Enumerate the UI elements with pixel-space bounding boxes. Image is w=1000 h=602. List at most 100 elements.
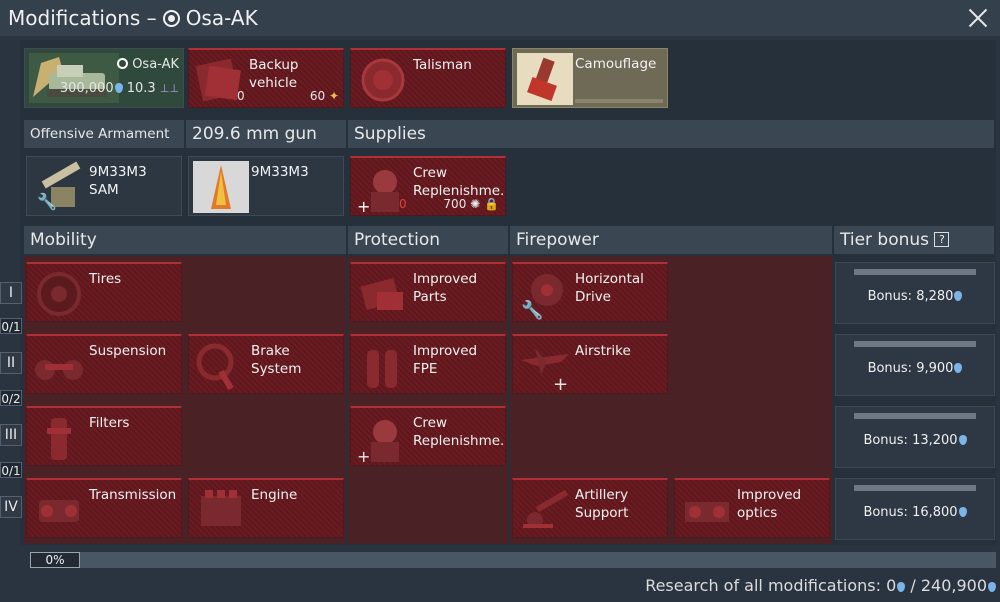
protection-header: Protection: [348, 226, 508, 254]
tier-1-count: 0/1: [0, 318, 22, 334]
tier-bonus-1: Bonus: 8,280: [835, 262, 995, 324]
mod-improved-parts[interactable]: Improved Parts: [350, 262, 506, 322]
tier-1: I: [0, 282, 22, 304]
firepower-header: Firepower: [510, 226, 832, 254]
title-bar: Modifications – Osa-AK: [0, 0, 1000, 36]
tier-bonus-text: Bonus: 16,800: [836, 505, 994, 520]
talisman-icon: [355, 54, 411, 106]
tier-3-count: 0/1: [0, 462, 22, 478]
nation-icon: [162, 9, 180, 27]
suspension-icon: [31, 340, 87, 392]
artillery-icon: [517, 484, 573, 536]
supplies-crew-label: Crew Replenishme...: [413, 165, 506, 199]
title-vehicle-name: Osa-AK: [185, 6, 258, 30]
weapon-card-missile[interactable]: 9M33M3: [188, 156, 344, 216]
camouflage-brush-icon: [517, 53, 573, 105]
mod-airstrike-label: Airstrike: [575, 343, 631, 359]
mod-crew-replenishment-label: Crew Replenishme...: [413, 415, 506, 449]
lion-icon: ✺: [470, 197, 481, 211]
mod-horizontal-drive-label: Horizontal Drive: [575, 271, 644, 305]
mod-suspension[interactable]: Suspension: [26, 334, 182, 394]
vehicle-name: Osa-AK: [117, 57, 179, 72]
tier-4: IV: [0, 496, 22, 518]
camouflage-label: Camouflage: [575, 56, 657, 72]
backup-vehicle-card[interactable]: Backup vehicle 0 60 ✦: [188, 48, 344, 108]
aircraft-icon: +: [517, 340, 573, 393]
talisman-card[interactable]: Talisman: [350, 48, 506, 108]
mod-transmission-label: Transmission: [89, 487, 177, 503]
help-icon[interactable]: ?: [934, 232, 950, 247]
mod-engine[interactable]: Engine: [188, 478, 344, 538]
mod-transmission[interactable]: Transmission: [26, 478, 182, 538]
fire-extinguisher-icon: [355, 340, 411, 392]
tier-bonus-bar: [854, 269, 976, 275]
mod-crew-replenishment[interactable]: + Crew Replenishme...: [350, 406, 506, 466]
supplies-crew-cost: 700 ✺ 🔒: [443, 197, 499, 211]
mod-airstrike[interactable]: + Airstrike: [512, 334, 668, 394]
nation-small-icon: [117, 58, 129, 69]
silver-lion-icon: [114, 83, 123, 93]
mod-tires-label: Tires: [89, 271, 122, 287]
golden-eagle-icon: ✦: [328, 89, 339, 103]
vehicle-price-br: 300,000 10.3 ⊥⊥: [59, 81, 179, 96]
tier-bonus-bar: [854, 485, 976, 491]
mod-filters-label: Filters: [89, 415, 130, 431]
backup-vehicle-label: Backup vehicle: [249, 57, 299, 91]
mod-suspension-label: Suspension: [89, 343, 167, 359]
research-progress-bar: 0%: [30, 552, 996, 568]
close-icon[interactable]: [964, 4, 992, 32]
transmission-icon: [31, 484, 87, 536]
svg-text:🔧: 🔧: [521, 299, 543, 320]
vehicle-card[interactable]: Osa-AK 300,000 10.3 ⊥⊥: [24, 48, 184, 108]
mod-improved-optics[interactable]: Improved optics: [674, 478, 830, 538]
brake-icon: [193, 340, 249, 392]
window-title: Modifications – Osa-AK: [0, 6, 258, 30]
research-point-icon: [958, 507, 967, 517]
mod-tires[interactable]: Tires: [26, 262, 182, 322]
research-total: Research of all modifications: 0 / 240,9…: [645, 576, 996, 595]
crew-icon: +: [355, 412, 411, 465]
tier-bonus-header: Tier bonus ?: [834, 226, 994, 254]
backup-count: 0: [237, 89, 245, 103]
mod-improved-fpe-label: Improved FPE: [413, 343, 478, 377]
svg-text:+: +: [357, 197, 370, 214]
backup-cost: 60 ✦: [309, 89, 339, 103]
svg-text:+: +: [357, 447, 370, 464]
mod-artillery-support-label: Artillery Support: [575, 487, 629, 521]
mod-improved-optics-label: Improved optics: [737, 487, 802, 521]
supplies-crew-card[interactable]: + Crew Replenishme... 0 700 ✺ 🔒: [350, 156, 506, 216]
research-point-icon: [954, 363, 963, 373]
optics-icon: [679, 484, 735, 536]
weapon-missile-label: 9M33M3: [251, 164, 309, 180]
svg-text:+: +: [553, 374, 568, 392]
weapon-card-sam[interactable]: 🔧 9M33M3 SAM: [26, 156, 182, 216]
mod-horizontal-drive[interactable]: 🔧 Horizontal Drive: [512, 262, 668, 322]
tier-3: III: [0, 424, 22, 446]
missile-icon: [193, 161, 249, 213]
mod-brake-system-label: Brake System: [251, 343, 302, 377]
tier-bonus-4: Bonus: 16,800: [835, 478, 995, 540]
mod-brake-system[interactable]: Brake System: [188, 334, 344, 394]
mobility-header: Mobility: [24, 226, 346, 254]
gear-drive-icon: 🔧: [517, 268, 573, 321]
research-point-icon: [954, 291, 963, 301]
parts-icon: [355, 268, 411, 320]
mod-improved-fpe[interactable]: Improved FPE: [350, 334, 506, 394]
weapon-sam-label: 9M33M3 SAM: [89, 164, 147, 198]
mod-engine-label: Engine: [251, 487, 298, 503]
tire-icon: [31, 268, 87, 320]
camouflage-progress: [575, 99, 663, 103]
camouflage-card[interactable]: Camouflage: [512, 48, 668, 108]
tier-bonus-3: Bonus: 13,200: [835, 406, 995, 468]
tier-2: II: [0, 352, 22, 374]
mod-filters[interactable]: Filters: [26, 406, 182, 466]
tier-bonus-text: Bonus: 8,280: [836, 289, 994, 304]
tier-bonus-bar: [854, 413, 976, 419]
research-point-icon: [958, 435, 967, 445]
gun-header: 209.6 mm gun: [186, 120, 346, 148]
supplies-crew-count: 0: [399, 197, 407, 211]
research-point-icon: [988, 582, 996, 592]
tier-2-count: 0/2: [0, 390, 22, 406]
mod-artillery-support[interactable]: Artillery Support: [512, 478, 668, 538]
tier-bonus-text: Bonus: 9,900: [836, 361, 994, 376]
